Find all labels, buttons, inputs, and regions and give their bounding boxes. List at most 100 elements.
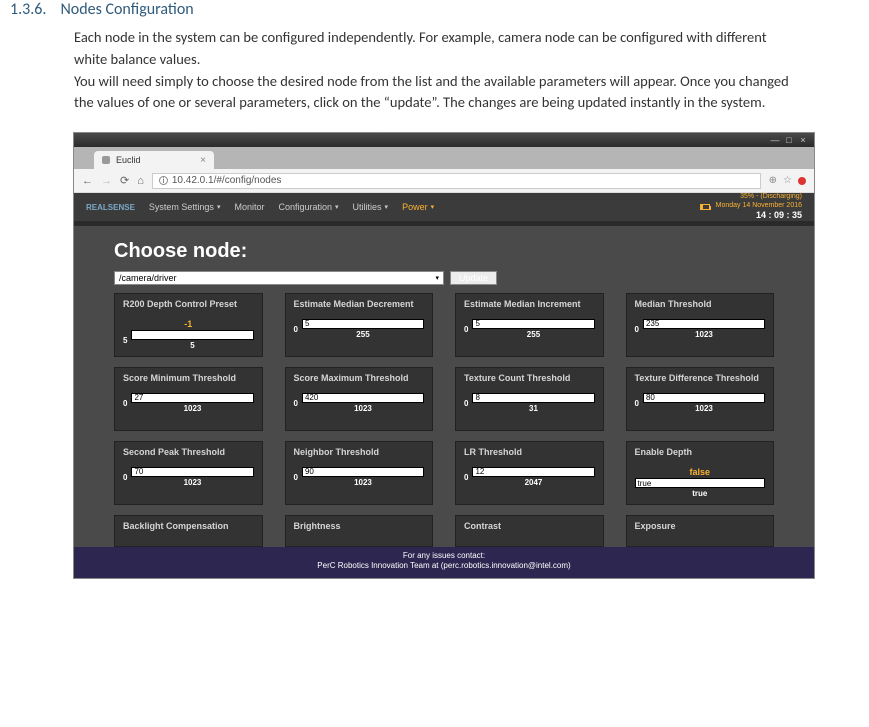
param-card: Texture Difference Threshold 0 80 1023 bbox=[626, 367, 775, 431]
max-label: 1023 bbox=[184, 404, 202, 413]
date-text: Monday 14 November 2016 bbox=[716, 202, 802, 210]
param-card: Enable Depthfalsetruetrue bbox=[626, 441, 775, 505]
footer-line1: For any issues contact: bbox=[74, 551, 814, 561]
battery-text: 35% - (Discharging) bbox=[740, 193, 802, 200]
slider[interactable]: 5 bbox=[302, 319, 424, 329]
param-card: Texture Count Threshold0831 bbox=[455, 367, 604, 431]
card-title: Brightness bbox=[294, 521, 425, 539]
favicon-icon bbox=[102, 156, 110, 164]
node-select[interactable]: /camera/driver ▾ bbox=[114, 271, 444, 285]
param-card: Second Peak Threshold0701023 bbox=[114, 441, 263, 505]
doc-paragraph-2: You will need simply to choose the desir… bbox=[74, 71, 799, 115]
tab-close-icon[interactable]: × bbox=[200, 155, 206, 166]
slider-value: 80 bbox=[646, 393, 655, 402]
brand-logo: REALSENSE bbox=[86, 203, 135, 212]
max-label: 1023 bbox=[695, 404, 713, 413]
slider-value: 12 bbox=[475, 467, 484, 476]
star-icon[interactable]: ☆ bbox=[783, 175, 792, 186]
browser-tab[interactable]: Euclid × bbox=[94, 151, 214, 169]
slider[interactable]: 8 bbox=[472, 393, 594, 403]
min-label: 0 bbox=[294, 325, 298, 334]
slider[interactable]: 5 bbox=[472, 319, 594, 329]
min-label: 0 bbox=[464, 325, 468, 334]
card-title: Estimate Median Decrement bbox=[294, 299, 425, 317]
slider-value: 27 bbox=[134, 393, 143, 402]
slider[interactable]: 12 bbox=[472, 467, 594, 477]
menu-utilities[interactable]: Utilities▾ bbox=[353, 202, 389, 212]
card-title: Enable Depth bbox=[635, 447, 766, 465]
param-card: Neighbor Threshold0901023 bbox=[285, 441, 434, 505]
address-field[interactable]: i 10.42.0.1/#/config/nodes bbox=[152, 173, 761, 189]
param-card: Estimate Median Increment 05 255 bbox=[455, 293, 604, 357]
card-title: Median Threshold bbox=[635, 299, 766, 317]
slider[interactable]: 70 bbox=[131, 467, 253, 477]
update-button[interactable]: Update bbox=[450, 271, 497, 285]
card-title: Texture Count Threshold bbox=[464, 373, 595, 391]
min-label: 0 bbox=[635, 325, 639, 334]
info-icon[interactable]: i bbox=[159, 176, 168, 185]
section-number: 1.3.6. bbox=[10, 0, 46, 19]
slider[interactable]: 27 bbox=[131, 393, 253, 403]
slider[interactable]: 80 bbox=[643, 393, 765, 403]
forward-icon[interactable]: → bbox=[101, 175, 112, 187]
menu-power[interactable]: Power▾ bbox=[402, 202, 434, 212]
search-icon[interactable]: ⊕ bbox=[769, 175, 777, 186]
card-title: R200 Depth Control Preset bbox=[123, 299, 254, 317]
app-body: Choose node: /camera/driver ▾ Update R20… bbox=[74, 226, 814, 547]
doc-paragraph-1: Each node in the system can be configure… bbox=[74, 27, 799, 71]
choose-node-title: Choose node: bbox=[114, 240, 774, 263]
tab-title: Euclid bbox=[116, 155, 141, 165]
footer-line2: PerC Robotics Innovation Team at (perc.r… bbox=[74, 561, 814, 571]
url-bar: ← → ⟳ ⌂ i 10.42.0.1/#/config/nodes ⊕ ☆ bbox=[74, 169, 814, 193]
min-label: 0 bbox=[294, 399, 298, 408]
menu-monitor[interactable]: Monitor bbox=[234, 202, 264, 212]
chevron-down-icon: ▾ bbox=[435, 274, 439, 282]
max-label: 1023 bbox=[354, 478, 372, 487]
min-label: 0 bbox=[464, 399, 468, 408]
slider-value: 235 bbox=[646, 319, 659, 328]
slider-value: 8 bbox=[475, 393, 479, 402]
card-title: Score Maximum Threshold bbox=[294, 373, 425, 391]
slider[interactable]: 235 bbox=[643, 319, 765, 329]
slider[interactable] bbox=[131, 330, 253, 340]
slider[interactable]: 90 bbox=[302, 467, 424, 477]
param-card: Backlight Compensation bbox=[114, 515, 263, 547]
card-title: Estimate Median Increment bbox=[464, 299, 595, 317]
min-label: 0 bbox=[123, 473, 127, 482]
footer: For any issues contact: PerC Robotics In… bbox=[74, 547, 814, 578]
reload-icon[interactable]: ⟳ bbox=[120, 174, 129, 187]
param-card: Median Threshold02351023 bbox=[626, 293, 775, 357]
card-title: Score Minimum Threshold bbox=[123, 373, 254, 391]
menu-system-settings[interactable]: System Settings▾ bbox=[149, 202, 221, 212]
back-icon[interactable]: ← bbox=[82, 175, 93, 187]
slider-value: 420 bbox=[305, 393, 318, 402]
home-icon[interactable]: ⌂ bbox=[137, 175, 144, 187]
param-card: Contrast bbox=[455, 515, 604, 547]
param-card: LR Threshold0122047 bbox=[455, 441, 604, 505]
slider-value: 5 bbox=[305, 319, 309, 328]
bool-slider[interactable]: true bbox=[635, 478, 766, 488]
card-title: Second Peak Threshold bbox=[123, 447, 254, 465]
slider-value: 90 bbox=[305, 467, 314, 476]
param-card: Estimate Median Decrement 05 255 bbox=[285, 293, 434, 357]
card-title: Texture Difference Threshold bbox=[635, 373, 766, 391]
extension-icon[interactable] bbox=[798, 177, 806, 185]
param-card: Score Maximum Threshold 0 420 1023 bbox=[285, 367, 434, 431]
max-label: 1023 bbox=[354, 404, 372, 413]
section-title: Nodes Configuration bbox=[60, 0, 193, 19]
param-card: Score Minimum Threshold0271023 bbox=[114, 367, 263, 431]
max-label: 255 bbox=[356, 330, 369, 339]
menu-configuration[interactable]: Configuration▾ bbox=[278, 202, 338, 212]
close-icon[interactable]: × bbox=[798, 135, 808, 145]
slider[interactable]: 420 bbox=[302, 393, 424, 403]
max-label: 255 bbox=[527, 330, 540, 339]
param-card: Exposure bbox=[626, 515, 775, 547]
slider-value: 5 bbox=[475, 319, 479, 328]
param-card: R200 Depth Control Preset-155 bbox=[114, 293, 263, 357]
maximize-icon[interactable]: □ bbox=[784, 135, 794, 145]
card-title: Exposure bbox=[635, 521, 766, 539]
min-label: 0 bbox=[635, 399, 639, 408]
url-text: 10.42.0.1/#/config/nodes bbox=[172, 175, 282, 186]
minimize-icon[interactable]: — bbox=[770, 135, 780, 145]
status-area: 35% - (Discharging) Monday 14 November 2… bbox=[700, 193, 802, 221]
